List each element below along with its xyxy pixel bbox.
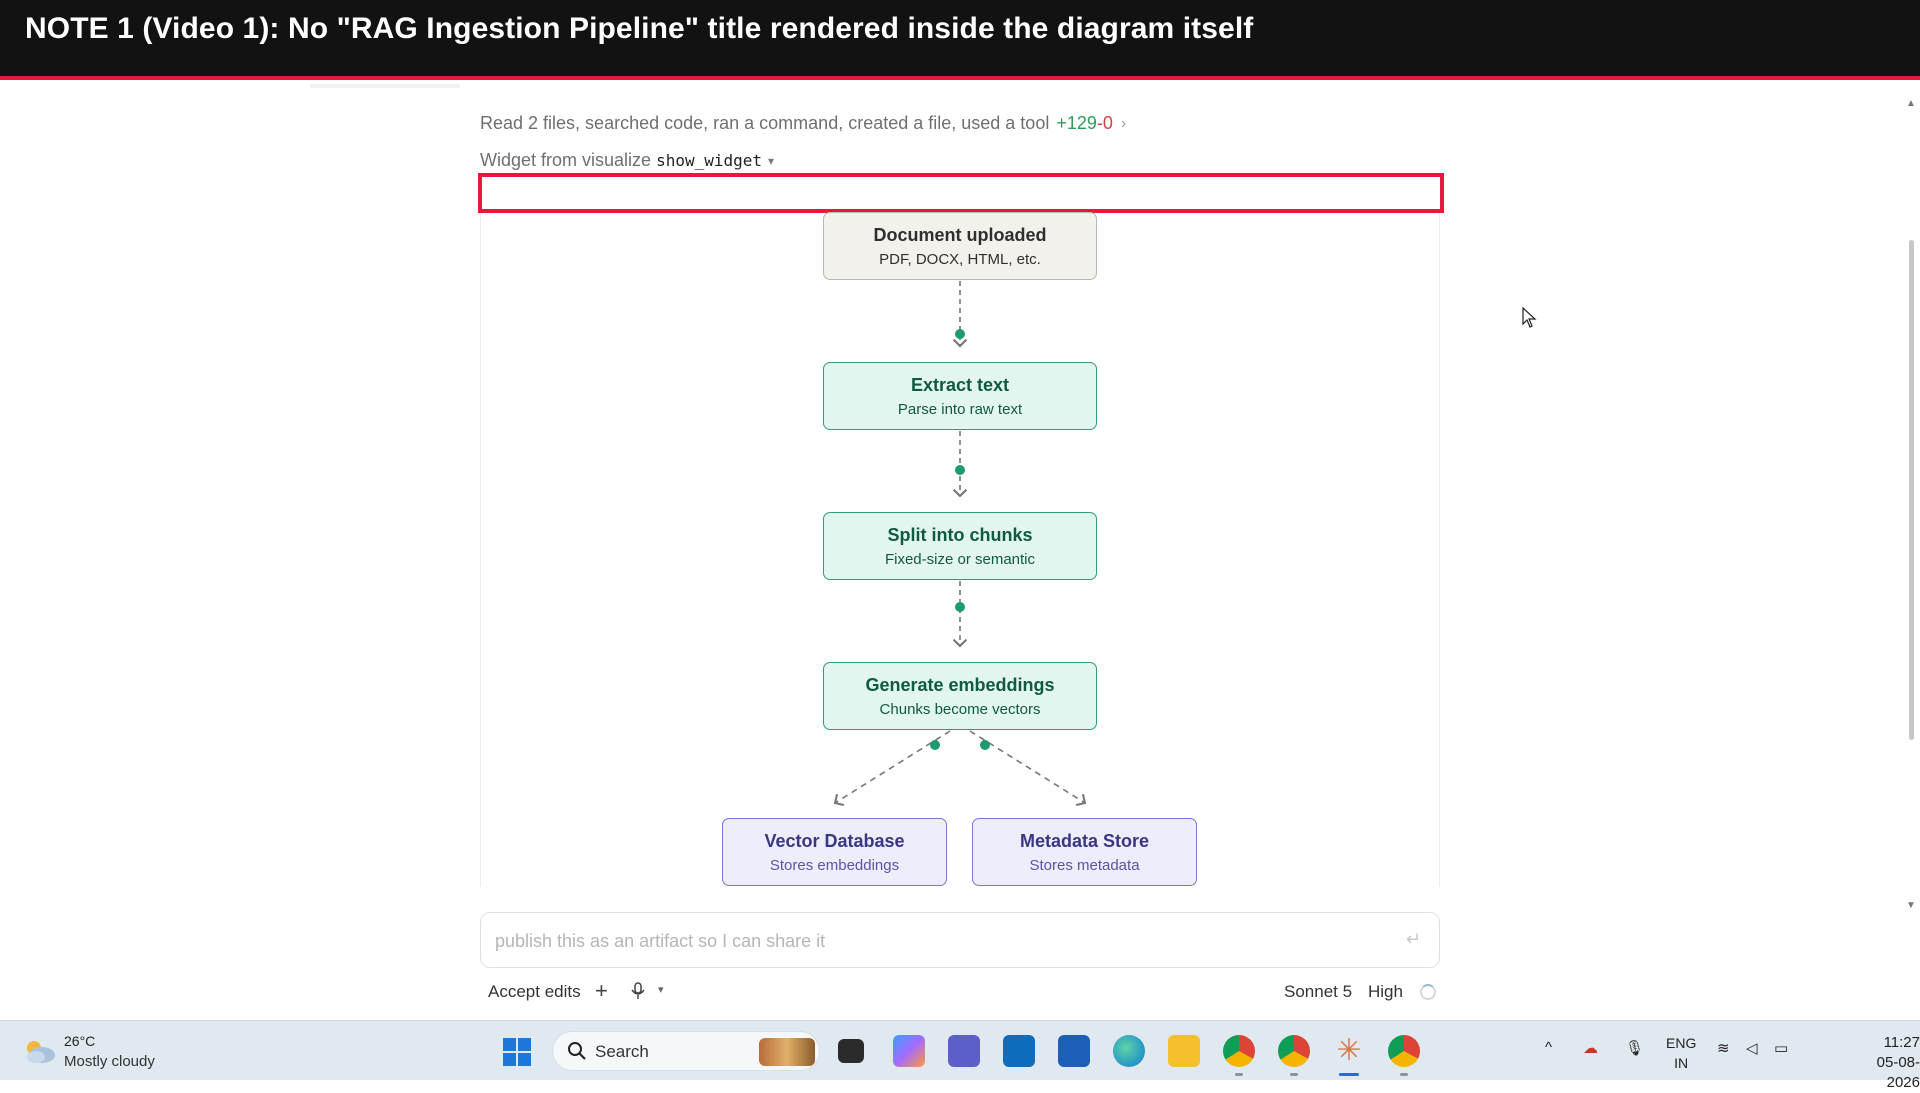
clock-time: 11:27 bbox=[1883, 1034, 1920, 1051]
edge-icon[interactable] bbox=[1113, 1035, 1145, 1067]
tool-summary-row[interactable]: Read 2 files, searched code, ran a comma… bbox=[480, 113, 1126, 134]
scrollbar-thumb[interactable] bbox=[1909, 240, 1914, 740]
node-title: Extract text bbox=[910, 374, 1010, 395]
microphone-icon[interactable]: 🎙 bbox=[1625, 1039, 1644, 1057]
chrome-icon[interactable] bbox=[1223, 1035, 1255, 1067]
outlook-icon[interactable] bbox=[1003, 1035, 1035, 1067]
taskbar-search[interactable]: Search bbox=[552, 1031, 820, 1071]
node-extract-text[interactable]: Extract text Parse into raw text bbox=[823, 362, 1097, 430]
copilot-icon[interactable] bbox=[893, 1035, 925, 1067]
model-selector[interactable]: Sonnet 5 bbox=[1284, 982, 1352, 1002]
node-title: Split into chunks bbox=[887, 524, 1033, 545]
language-code: ENG bbox=[1666, 1035, 1697, 1051]
message-input[interactable] bbox=[493, 925, 1377, 957]
effort-selector[interactable]: High bbox=[1368, 982, 1403, 1002]
node-split-chunks[interactable]: Split into chunks Fixed-size or semantic bbox=[823, 512, 1097, 580]
onedrive-error-icon[interactable]: ☁ bbox=[1583, 1039, 1598, 1057]
faded-divider bbox=[310, 84, 460, 88]
node-subtitle: Chunks become vectors bbox=[879, 700, 1041, 718]
chrome-icon[interactable] bbox=[1388, 1035, 1420, 1067]
app-running-indicator bbox=[1400, 1073, 1408, 1076]
composer-toolbar: Accept edits + ▾ Sonnet 5 High bbox=[480, 978, 1440, 1010]
app-running-indicator bbox=[1290, 1073, 1298, 1076]
scroll-down-arrow-icon[interactable]: ▼ bbox=[1906, 900, 1916, 911]
app-active-indicator bbox=[1339, 1073, 1359, 1076]
node-subtitle: Stores embeddings bbox=[769, 856, 900, 874]
message-composer[interactable]: ↵ bbox=[480, 912, 1440, 968]
chevron-up-icon[interactable]: ^ bbox=[1545, 1039, 1552, 1056]
task-view-icon[interactable] bbox=[838, 1039, 864, 1063]
node-metadata-store[interactable]: Metadata Store Stores metadata bbox=[972, 818, 1197, 886]
node-subtitle: PDF, DOCX, HTML, etc. bbox=[879, 250, 1041, 268]
loading-spinner-icon bbox=[1420, 984, 1436, 1000]
node-subtitle: Parse into raw text bbox=[897, 400, 1023, 418]
node-title: Generate embeddings bbox=[865, 674, 1055, 695]
node-document-uploaded[interactable]: Document uploaded PDF, DOCX, HTML, etc. bbox=[823, 212, 1097, 280]
wifi-icon[interactable]: ≋ bbox=[1717, 1039, 1730, 1057]
cloudy-weather-icon[interactable] bbox=[22, 1037, 58, 1065]
file-explorer-icon[interactable] bbox=[1168, 1035, 1200, 1067]
microphone-icon[interactable] bbox=[630, 982, 646, 1005]
teams-icon[interactable] bbox=[948, 1035, 980, 1067]
banner-text: NOTE 1 (Video 1): No "RAG Ingestion Pipe… bbox=[25, 12, 1254, 45]
taskbar: 26°C Mostly cloudy Search ✳ ^ ☁ 🎙 ENG IN… bbox=[0, 1020, 1920, 1091]
mouse-cursor-icon bbox=[1522, 307, 1537, 328]
node-title: Document uploaded bbox=[873, 224, 1047, 245]
clock-date: 05-08-2026 bbox=[1876, 1054, 1920, 1091]
widget-label: Widget from visualize bbox=[480, 150, 652, 170]
enter-icon[interactable]: ↵ bbox=[1406, 929, 1421, 950]
weather-condition[interactable]: Mostly cloudy bbox=[64, 1053, 155, 1070]
weather-temperature[interactable]: 26°C bbox=[64, 1033, 95, 1049]
tool-summary-text: Read 2 files, searched code, ran a comma… bbox=[480, 113, 1050, 133]
scroll-up-arrow-icon[interactable]: ▲ bbox=[1906, 98, 1916, 109]
add-attachment-icon[interactable]: + bbox=[595, 978, 608, 1004]
chrome-icon[interactable] bbox=[1278, 1035, 1310, 1067]
node-generate-embeddings[interactable]: Generate embeddings Chunks become vector… bbox=[823, 662, 1097, 730]
node-title: Vector Database bbox=[764, 830, 905, 851]
store-icon[interactable] bbox=[1058, 1035, 1090, 1067]
system-clock[interactable]: 11:27 05-08-2026 bbox=[1845, 1033, 1920, 1093]
widget-header[interactable]: Widget from visualize show_widget ▾ bbox=[480, 150, 774, 171]
accept-edits-button[interactable]: Accept edits bbox=[488, 982, 581, 1002]
annotation-highlight-box bbox=[478, 173, 1444, 213]
windows-start-icon[interactable] bbox=[502, 1037, 532, 1067]
app-running-indicator bbox=[1235, 1073, 1243, 1076]
chevron-down-icon[interactable]: ▾ bbox=[658, 983, 664, 996]
node-vector-database[interactable]: Vector Database Stores embeddings bbox=[722, 818, 947, 886]
node-subtitle: Fixed-size or semantic bbox=[884, 550, 1036, 568]
widget-tool-name: show_widget bbox=[656, 151, 763, 170]
deletions-count: -0 bbox=[1096, 113, 1113, 133]
annotation-banner: NOTE 1 (Video 1): No "RAG Ingestion Pipe… bbox=[0, 0, 1920, 80]
node-title: Metadata Store bbox=[1019, 830, 1150, 851]
search-highlight-image bbox=[759, 1038, 815, 1066]
chevron-right-icon: › bbox=[1120, 114, 1127, 132]
node-subtitle: Stores metadata bbox=[1029, 856, 1140, 874]
search-icon bbox=[568, 1042, 586, 1060]
volume-icon[interactable]: ◁ bbox=[1746, 1039, 1758, 1057]
chevron-down-icon: ▾ bbox=[768, 153, 775, 168]
claude-icon[interactable]: ✳ bbox=[1333, 1035, 1365, 1067]
search-label: Search bbox=[595, 1042, 649, 1061]
language-region: IN bbox=[1674, 1055, 1689, 1071]
language-indicator[interactable]: ENG IN bbox=[1666, 1033, 1696, 1073]
battery-icon[interactable]: ▭ bbox=[1774, 1039, 1788, 1057]
additions-count: +129 bbox=[1056, 113, 1097, 133]
